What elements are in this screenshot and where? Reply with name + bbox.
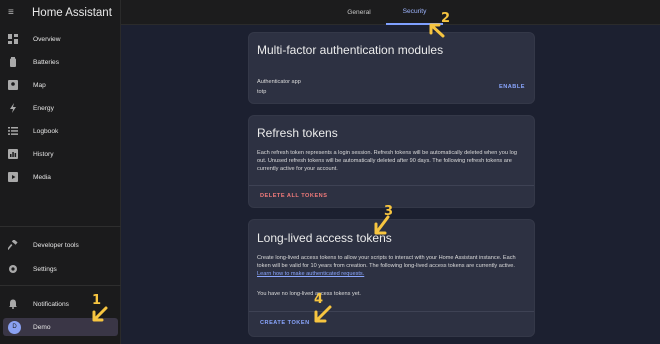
sidebar-item-label: History: [33, 150, 54, 158]
pointer-arrow-icon: [92, 306, 108, 322]
card-title: Refresh tokens: [257, 126, 338, 140]
sidebar-user-label: Demo: [33, 323, 51, 331]
empty-state-text: You have no long-lived access tokens yet…: [257, 291, 361, 297]
avatar: D: [8, 320, 21, 334]
sidebar-item-map[interactable]: Map: [0, 76, 121, 94]
battery-icon: [8, 57, 18, 67]
sidebar-item-energy[interactable]: Energy: [0, 99, 121, 117]
sidebar-item-media[interactable]: Media: [0, 168, 121, 186]
sidebar-item-batteries[interactable]: Batteries: [0, 53, 121, 71]
pointer-arrow-icon: [429, 23, 445, 38]
sidebar-item-history[interactable]: History: [0, 145, 121, 163]
gear-icon: [8, 264, 18, 274]
card-title: Multi-factor authentication modules: [257, 43, 444, 57]
map-icon: [8, 80, 18, 90]
delete-all-tokens-button[interactable]: DELETE ALL TOKENS: [260, 193, 327, 199]
mfa-card: Multi-factor authentication modules Auth…: [248, 32, 535, 104]
mfa-module-id: totp: [257, 89, 267, 95]
learn-more-link[interactable]: Learn how to make authenticated requests…: [257, 271, 364, 277]
enable-button[interactable]: ENABLE: [499, 84, 525, 90]
create-token-button[interactable]: CREATE TOKEN: [260, 320, 310, 326]
pointer-arrow-icon: [374, 215, 390, 235]
lightning-icon: [8, 103, 18, 113]
sidebar-divider: [0, 285, 121, 286]
pointer-arrow-icon: [314, 305, 332, 323]
app-title: Home Assistant: [32, 7, 112, 19]
sidebar-item-label: Settings: [33, 265, 57, 273]
long-lived-description: Create long-lived access tokens to allow…: [257, 254, 524, 278]
tab-label: Security: [402, 8, 427, 15]
sidebar-item-logbook[interactable]: Logbook: [0, 122, 121, 140]
sidebar-item-overview[interactable]: Overview: [0, 30, 121, 48]
hammer-icon: [8, 240, 18, 250]
sidebar: ≡ Home Assistant Overview Batteries Map …: [0, 0, 121, 344]
refresh-tokens-card: Refresh tokens Each refresh token repres…: [248, 115, 535, 208]
mfa-module-name: Authenticator app: [257, 79, 301, 85]
sidebar-item-label: Overview: [33, 35, 61, 43]
chart-icon: [8, 149, 18, 159]
tab-bar: General Security: [121, 0, 660, 25]
sidebar-item-label: Developer tools: [33, 241, 79, 249]
sidebar-item-label: Batteries: [33, 58, 60, 66]
grid-icon: [8, 34, 18, 44]
sidebar-item-label: Media: [33, 173, 51, 181]
sidebar-divider: [0, 226, 121, 227]
tab-label: General: [347, 9, 371, 16]
sidebar-item-settings[interactable]: Settings: [0, 260, 121, 278]
sidebar-item-label: Energy: [33, 104, 54, 112]
bell-icon: [8, 299, 18, 309]
tab-general[interactable]: General: [327, 0, 391, 25]
card-divider: [249, 185, 534, 186]
sidebar-item-developer-tools[interactable]: Developer tools: [0, 236, 121, 254]
description-text: Create long-lived access tokens to allow…: [257, 255, 516, 269]
refresh-description: Each refresh token represents a login se…: [257, 150, 517, 172]
sidebar-item-label: Map: [33, 81, 46, 89]
sidebar-item-label: Notifications: [33, 300, 69, 308]
menu-collapse-icon[interactable]: ≡: [8, 7, 20, 19]
sidebar-header: ≡ Home Assistant: [0, 0, 120, 26]
sidebar-item-label: Logbook: [33, 127, 59, 135]
list-icon: [8, 126, 18, 136]
media-icon: [8, 172, 18, 182]
card-divider: [249, 311, 534, 312]
